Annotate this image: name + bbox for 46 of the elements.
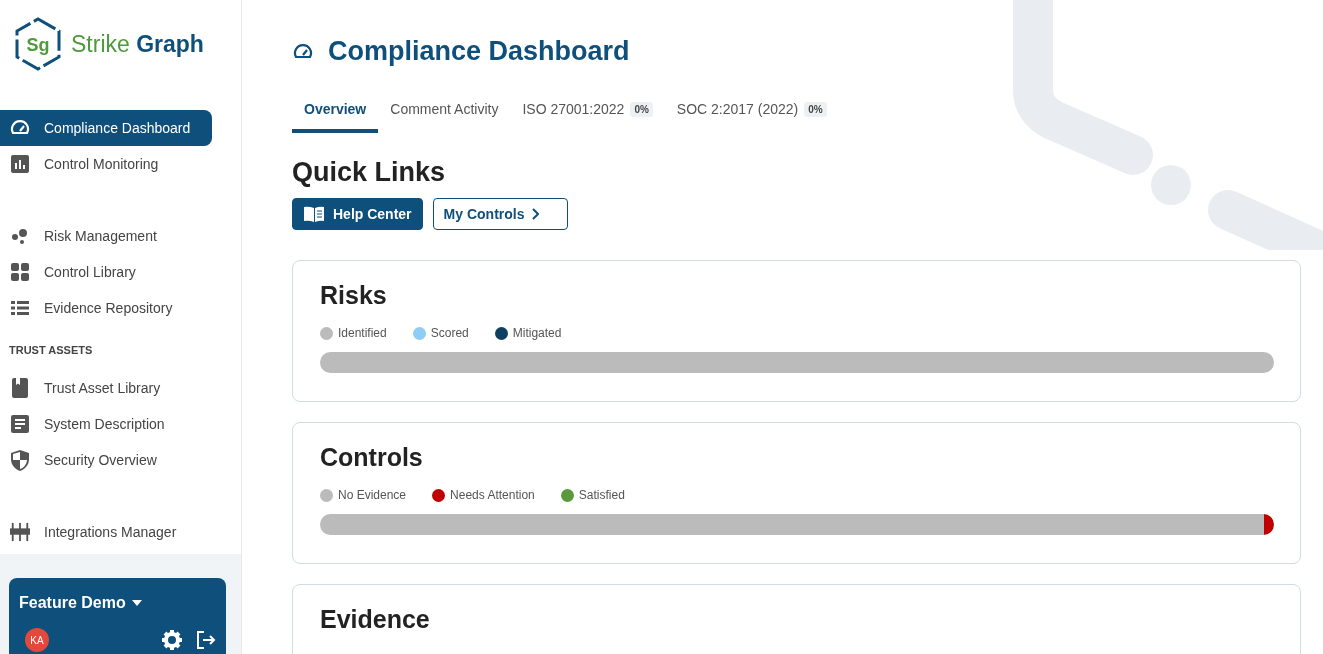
page-title: Compliance Dashboard — [328, 36, 630, 67]
tab[interactable]: Overview — [292, 93, 379, 133]
nav-item[interactable]: Control Monitoring — [0, 146, 212, 182]
dots-icon — [11, 228, 29, 244]
book-icon — [12, 378, 28, 398]
legend-label: Mitigated — [512, 326, 562, 340]
document-icon — [11, 415, 29, 433]
logo-mark: Sg — [26, 35, 50, 55]
shield-icon — [11, 449, 29, 471]
legend-label: Identified — [338, 326, 387, 340]
logo-wordmark: Strike Graph — [71, 30, 204, 58]
legend-label: No Evidence — [338, 488, 407, 502]
section-heading: TRUST ASSETS — [8, 344, 94, 358]
tab[interactable]: ISO 27001:2022 0% — [510, 93, 665, 133]
nav-item[interactable]: Control Library — [0, 254, 212, 290]
nav-item[interactable]: Trust Asset Library — [0, 370, 212, 406]
nav-item[interactable]: Evidence Repository — [0, 290, 212, 326]
caret-icon[interactable] — [131, 600, 142, 606]
card-title: Risks — [320, 281, 388, 310]
nav-item[interactable]: Integrations Manager — [0, 514, 212, 550]
legend-label: Satisfied — [578, 488, 625, 502]
percent-badge: 0% — [630, 101, 653, 117]
workspace-name[interactable]: Feature Demo — [19, 594, 126, 612]
nav-item[interactable]: Risk Management — [0, 218, 212, 254]
tab[interactable]: SOC 2:2017 (2022) 0% — [664, 93, 839, 133]
sliders-icon — [10, 522, 30, 542]
nav-item[interactable]: System Description — [0, 406, 212, 442]
grid-icon — [11, 263, 29, 281]
tab[interactable]: Comment Activity — [378, 93, 511, 133]
bar-chart-icon — [11, 155, 29, 173]
help-center-button[interactable]: Help Center — [292, 198, 423, 230]
card-title: Evidence — [320, 605, 431, 634]
my-controls-button[interactable]: My Controls — [432, 198, 569, 230]
percent-badge: 0% — [804, 101, 827, 117]
nav-item[interactable]: Compliance Dashboard — [0, 110, 212, 146]
logout-icon[interactable] — [196, 630, 216, 650]
list-icon — [11, 301, 29, 315]
card-title: Controls — [320, 443, 424, 472]
legend-label: Needs Attention — [450, 488, 535, 502]
section-title: Quick Links — [292, 157, 447, 188]
settings-icon[interactable] — [162, 630, 182, 650]
avatar[interactable]: KA — [25, 628, 49, 652]
book-icon — [303, 206, 325, 222]
nav-item[interactable]: Security Overview — [0, 442, 212, 478]
legend-label: Scored — [430, 326, 469, 340]
chevron-right-icon — [532, 208, 540, 220]
